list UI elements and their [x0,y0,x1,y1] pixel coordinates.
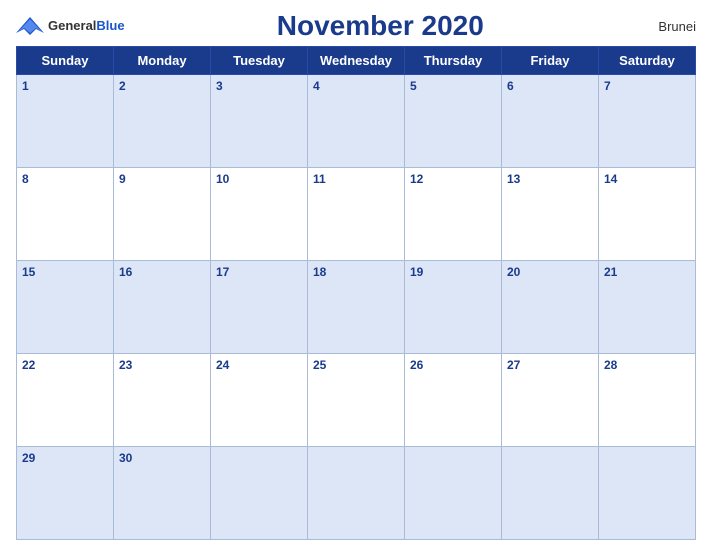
calendar-body: 1234567891011121314151617181920212223242… [17,75,696,540]
table-row: 29 30 [17,447,696,540]
day-number: 24 [216,358,229,372]
calendar-day: 5 [405,75,502,168]
day-number: 9 [119,172,126,186]
calendar-day: 26 [405,354,502,447]
calendar-day: 13 [502,168,599,261]
calendar-day: 6 [502,75,599,168]
calendar-day: 24 [211,354,308,447]
calendar-day: 17 [211,261,308,354]
calendar-day: 7 [599,75,696,168]
day-number: 8 [22,172,29,186]
calendar-day [599,447,696,540]
day-number: 20 [507,265,520,279]
weekday-friday: Friday [502,47,599,75]
day-number: 23 [119,358,132,372]
calendar-day: 25 [308,354,405,447]
day-number: 5 [410,79,417,93]
calendar-day: 2 [114,75,211,168]
day-number: 16 [119,265,132,279]
calendar-day: 27 [502,354,599,447]
table-row: 15 16 17 18 19 20 21 [17,261,696,354]
calendar-day: 23 [114,354,211,447]
day-number: 30 [119,451,132,465]
day-number: 10 [216,172,229,186]
calendar-day: 1 [17,75,114,168]
day-number: 3 [216,79,223,93]
logo-blue: Blue [96,18,124,33]
table-row: 22 23 24 25 26 27 28 [17,354,696,447]
logo-general: General [48,18,96,33]
calendar-table: Sunday Monday Tuesday Wednesday Thursday… [16,46,696,540]
calendar-day: 14 [599,168,696,261]
calendar-day [211,447,308,540]
day-number: 11 [313,172,326,186]
table-row: 8 9 10 11 12 13 14 [17,168,696,261]
calendar-day: 9 [114,168,211,261]
day-number: 18 [313,265,326,279]
country-label: Brunei [636,19,696,34]
day-number: 26 [410,358,423,372]
calendar-title: November 2020 [125,10,636,42]
weekday-thursday: Thursday [405,47,502,75]
day-number: 25 [313,358,326,372]
calendar-day: 15 [17,261,114,354]
weekday-saturday: Saturday [599,47,696,75]
day-number: 1 [22,79,29,93]
day-number: 12 [410,172,423,186]
calendar-day: 19 [405,261,502,354]
calendar-header-row: Sunday Monday Tuesday Wednesday Thursday… [17,47,696,75]
day-number: 15 [22,265,35,279]
logo-text: GeneralBlue [48,17,125,35]
day-number: 22 [22,358,35,372]
calendar-day: 16 [114,261,211,354]
day-number: 7 [604,79,611,93]
calendar-day: 21 [599,261,696,354]
calendar-day: 30 [114,447,211,540]
calendar-day: 29 [17,447,114,540]
calendar-day: 18 [308,261,405,354]
day-number: 29 [22,451,35,465]
weekday-tuesday: Tuesday [211,47,308,75]
weekday-sunday: Sunday [17,47,114,75]
weekday-wednesday: Wednesday [308,47,405,75]
calendar-day: 22 [17,354,114,447]
calendar-day: 11 [308,168,405,261]
day-number: 14 [604,172,617,186]
calendar-day: 20 [502,261,599,354]
calendar-day: 28 [599,354,696,447]
calendar-day: 3 [211,75,308,168]
day-number: 13 [507,172,520,186]
calendar-day: 12 [405,168,502,261]
calendar-day: 10 [211,168,308,261]
calendar-day: 8 [17,168,114,261]
day-number: 19 [410,265,423,279]
day-number: 6 [507,79,514,93]
day-number: 4 [313,79,320,93]
calendar-day [502,447,599,540]
day-number: 2 [119,79,126,93]
day-number: 27 [507,358,520,372]
table-row: 1 2 3 4 5 6 7 [17,75,696,168]
calendar-day: 4 [308,75,405,168]
calendar-day [308,447,405,540]
logo-bird-icon [16,15,44,37]
day-number: 21 [604,265,617,279]
logo: GeneralBlue [16,15,125,37]
day-number: 28 [604,358,617,372]
calendar-header: GeneralBlue November 2020 Brunei [16,10,696,42]
day-number: 17 [216,265,229,279]
weekday-monday: Monday [114,47,211,75]
calendar-day [405,447,502,540]
